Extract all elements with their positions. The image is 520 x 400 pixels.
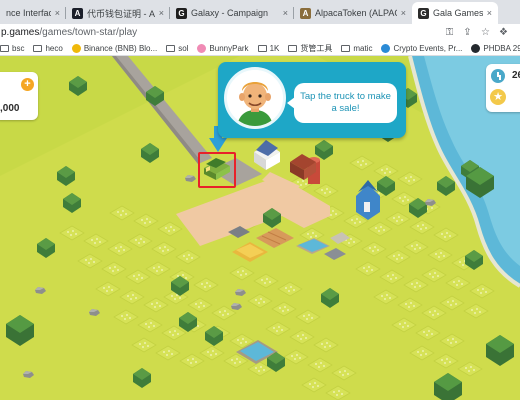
folder-icon [257, 44, 267, 52]
tab-favicon-icon: G [176, 7, 187, 19]
bookmark-item[interactable]: heco [33, 43, 63, 53]
browser-tab[interactable]: A AlpacaToken (ALPACA) Token × [294, 2, 412, 24]
url-domain: p.games [1, 27, 40, 38]
extension-icon[interactable]: ❖ [498, 27, 509, 38]
tab-label: nce Interface [6, 8, 51, 18]
close-tab-icon[interactable]: × [283, 8, 288, 18]
bookmark-label: bsc [12, 43, 25, 53]
key-icon[interactable]: ⚿ [444, 27, 455, 38]
folder-icon [33, 44, 43, 52]
close-tab-icon[interactable]: × [55, 8, 60, 18]
bookmark-item[interactable]: bsc [0, 44, 24, 53]
folder-icon [166, 44, 176, 52]
bookmark-item[interactable]: matic [341, 44, 372, 53]
bunny-icon [197, 43, 207, 53]
timer-value: 26 [512, 70, 520, 81]
tab-favicon-icon: A [300, 7, 311, 19]
bookmarks-bar: bsc heco Binance (BNB) Blo... sol BunnyPark 1… [0, 41, 520, 56]
binance-icon [71, 43, 81, 53]
currency-panel: + ,000 [0, 72, 38, 120]
url-path: /games/town-star/play [39, 27, 138, 38]
timer-panel: 26 ★ [486, 64, 520, 112]
crypto-events-icon [381, 43, 391, 53]
bookmark-item[interactable]: 1K [257, 43, 280, 53]
url-text[interactable]: p.games/games/town-star/play [0, 27, 137, 38]
browser-tab[interactable]: G Galaxy - Campaign × [170, 2, 294, 24]
bookmark-star-icon[interactable]: ☆ [480, 27, 491, 38]
github-icon [471, 43, 481, 53]
close-tab-icon[interactable]: × [401, 8, 406, 18]
add-currency-icon[interactable]: + [21, 78, 34, 91]
tab-bar: nce Interface × A 代币钱包证明 - Alpaca Finan × G Ga… [0, 0, 520, 24]
clock-icon [491, 69, 505, 83]
bookmark-label: sol [178, 43, 189, 53]
bookmark-item[interactable]: BunnyPark [197, 43, 249, 53]
tutorial-popup[interactable]: Tap the truck to make a sale! [218, 62, 406, 138]
browser-tab[interactable]: nce Interface × [0, 2, 66, 24]
bookmark-label: heco [45, 43, 63, 53]
truck-highlight[interactable] [198, 152, 236, 188]
close-tab-icon[interactable]: × [159, 8, 164, 18]
tab-label: Galaxy - Campaign [191, 8, 269, 18]
tab-favicon-icon: A [72, 7, 83, 19]
farmer-avatar [224, 67, 286, 129]
bookmark-label: 1K [269, 43, 280, 53]
browser-tab[interactable]: G Gala Games × [412, 2, 498, 24]
tutorial-message: Tap the truck to make a sale! [287, 83, 397, 123]
bookmark-item[interactable]: Binance (BNB) Blo... [71, 43, 158, 53]
tab-label: AlpacaToken (ALPACA) Token [315, 8, 397, 18]
bookmark-label: PHDBA 2977.4 De... [483, 43, 520, 53]
bookmark-label: Binance (BNB) Blo... [83, 43, 158, 53]
game-viewport[interactable]: + ,000 26 ★ Tap the truck to make a sale… [0, 56, 520, 400]
bookmark-item[interactable]: 货管工具 [288, 43, 332, 54]
browser-tab[interactable]: A 代币钱包证明 - Alpaca Finan × [66, 2, 170, 24]
bookmark-item[interactable]: PHDBA 2977.4 De... [471, 43, 520, 53]
bookmark-label: Crypto Events, Pr... [393, 43, 463, 53]
address-bar[interactable]: p.games/games/town-star/play [0, 24, 520, 41]
folder-icon [288, 44, 298, 52]
bookmark-label: BunnyPark [209, 43, 249, 53]
tab-label: Gala Games [433, 8, 483, 18]
tab-label: 代币钱包证明 - Alpaca Finan [87, 8, 155, 19]
star-icon[interactable]: ★ [490, 89, 506, 105]
currency-amount: ,000 [0, 103, 20, 114]
share-icon[interactable]: ⇪ [462, 27, 473, 38]
close-tab-icon[interactable]: × [487, 8, 492, 18]
tab-favicon-icon: G [418, 7, 429, 19]
folder-icon [0, 44, 9, 52]
bookmark-item[interactable]: Crypto Events, Pr... [381, 43, 463, 53]
bookmark-label: 货管工具 [300, 43, 333, 53]
bookmark-item[interactable]: sol [166, 44, 188, 53]
folder-icon [341, 44, 351, 52]
bookmark-label: matic [353, 43, 373, 53]
